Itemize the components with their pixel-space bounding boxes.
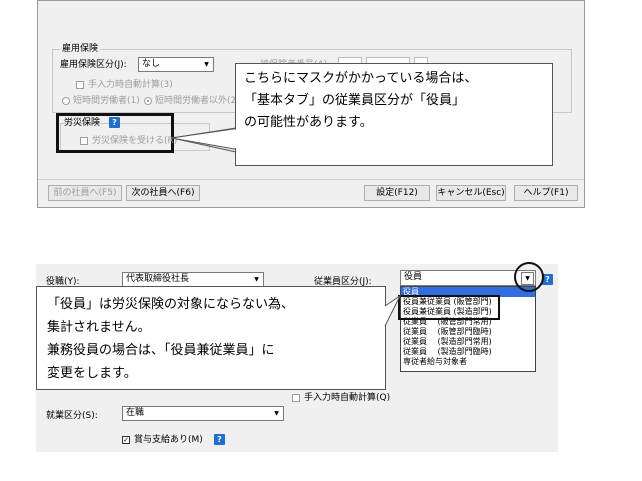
bottom-callout-pointer (384, 294, 402, 327)
